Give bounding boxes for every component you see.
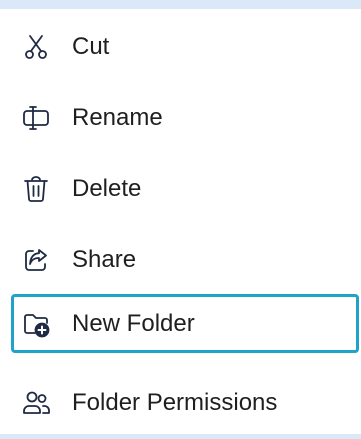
rename-icon [22, 104, 50, 132]
share-icon [22, 246, 50, 274]
menu-item-label: New Folder [72, 310, 195, 337]
menu-item-label: Share [72, 246, 137, 273]
menu-item-delete[interactable]: Delete [0, 153, 361, 225]
menu-item-share[interactable]: Share [0, 224, 361, 296]
menu-item-folder-permissions[interactable]: Folder Permissions [0, 367, 361, 439]
menu-item-label: Delete [72, 175, 142, 202]
menu-item-label: Folder Permissions [72, 389, 278, 416]
menu-item-cut[interactable]: Cut [0, 11, 361, 83]
folder-add-icon [22, 310, 50, 338]
menu-item-rename[interactable]: Rename [0, 82, 361, 154]
menu-item-label: Rename [72, 104, 163, 131]
people-icon [22, 389, 50, 417]
trash-icon [22, 175, 50, 203]
context-menu: Cut Rename Delete Share New Folder Folde… [0, 9, 361, 434]
menu-item-label: Cut [72, 33, 110, 60]
menu-item-new-folder[interactable]: New Folder [11, 294, 359, 353]
scissors-icon [22, 33, 50, 61]
